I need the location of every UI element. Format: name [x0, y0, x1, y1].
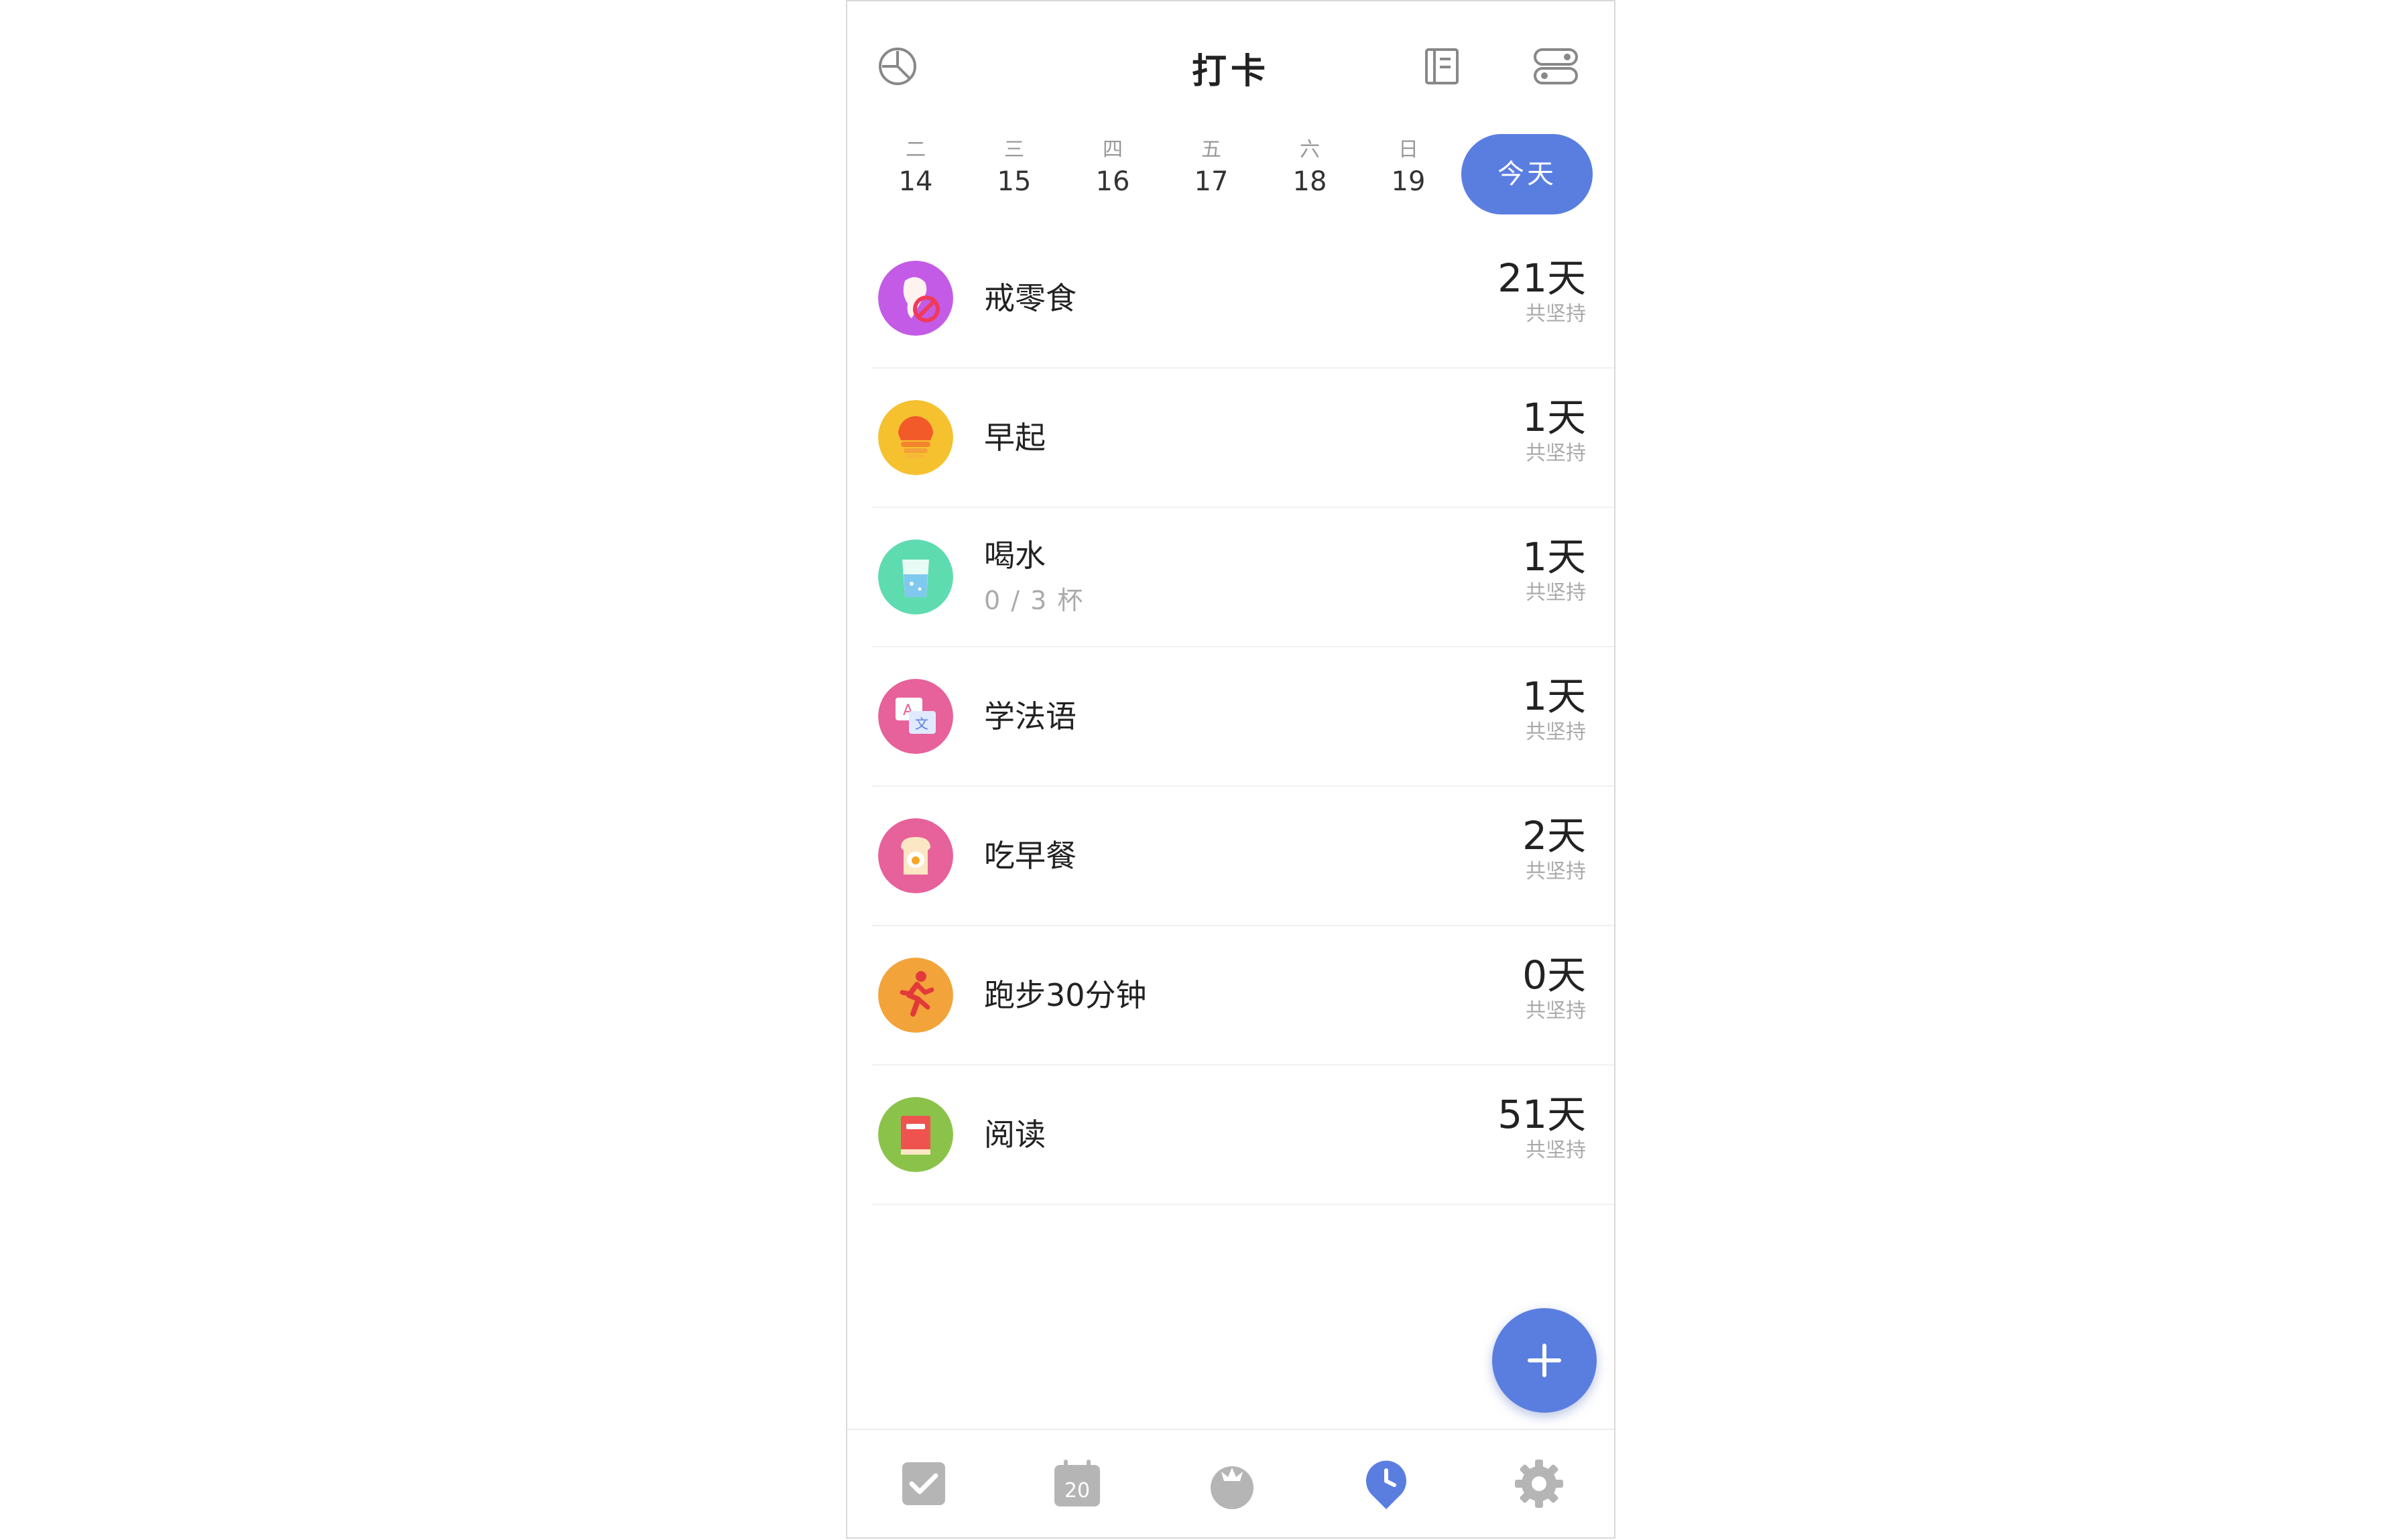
habit-name: 喝水: [984, 537, 1046, 574]
weekday-label: 二: [906, 138, 926, 162]
habit-days-label: 共坚持: [1526, 999, 1586, 1023]
notebook-icon[interactable]: [1421, 46, 1463, 87]
day-thu[interactable]: 四 16: [1073, 138, 1153, 198]
date-number: 17: [1194, 166, 1229, 197]
weekday-label: 五: [1201, 138, 1221, 162]
weekday-label: 四: [1103, 138, 1123, 162]
header: 打卡: [847, 1, 1614, 129]
habit-row-drink-water[interactable]: 喝水 0 / 3 杯 1天 共坚持: [871, 508, 1614, 647]
date-number: 18: [1292, 166, 1327, 197]
habit-name: 学法语: [984, 698, 1077, 734]
date-number: 15: [997, 166, 1032, 197]
calendar-icon: 20: [1054, 1460, 1100, 1506]
habit-days-label: 共坚持: [1526, 442, 1586, 465]
habit-name: 跑步30分钟: [984, 977, 1147, 1013]
habit-stats: 21天 共坚持: [1497, 254, 1586, 326]
sunrise-icon: [878, 400, 953, 475]
habit-stats: 0天 共坚持: [1522, 951, 1586, 1023]
habit-name: 早起: [984, 420, 1046, 456]
plus-icon: [1528, 1344, 1561, 1377]
running-icon: [878, 958, 953, 1033]
clock-pin-icon: [1366, 1460, 1406, 1509]
gear-icon: [1515, 1460, 1563, 1508]
habit-row-no-snack[interactable]: 戒零食 21天 共坚持: [871, 229, 1614, 369]
habit-stats: 51天 共坚持: [1497, 1090, 1586, 1163]
translate-icon: A文: [878, 679, 953, 754]
habit-name: 阅读: [984, 1116, 1046, 1153]
add-habit-button[interactable]: [1492, 1308, 1597, 1413]
habit-days: 21天: [1497, 255, 1586, 301]
habit-days-label: 共坚持: [1526, 860, 1586, 883]
book-icon: [878, 1097, 953, 1172]
habit-days-label: 共坚持: [1526, 581, 1586, 604]
tab-settings[interactable]: [1512, 1457, 1566, 1511]
tomato-icon: [1211, 1466, 1253, 1509]
tab-pomodoro[interactable]: [1205, 1457, 1259, 1511]
habit-days: 1天: [1522, 534, 1586, 580]
habit-days: 2天: [1522, 813, 1586, 858]
day-tue[interactable]: 二 14: [875, 138, 956, 198]
toggle-list-icon[interactable]: [1532, 46, 1579, 87]
habit-days-label: 共坚持: [1526, 302, 1586, 326]
habit-stats: 1天 共坚持: [1522, 672, 1586, 745]
day-sun[interactable]: 日 19: [1368, 138, 1449, 198]
calendar-date-text: 20: [1064, 1479, 1090, 1502]
day-fri[interactable]: 五 17: [1171, 138, 1251, 198]
tab-checkin[interactable]: [1359, 1457, 1413, 1511]
day-wed[interactable]: 三 15: [974, 138, 1054, 198]
habit-days: 1天: [1522, 395, 1586, 440]
page-title: 打卡: [1191, 52, 1270, 92]
weekday-label: 六: [1300, 138, 1320, 162]
tab-todo[interactable]: [897, 1457, 951, 1511]
habit-progress: 0 / 3 杯: [984, 586, 1085, 615]
habit-row-reading[interactable]: 阅读 51天 共坚持: [871, 1066, 1614, 1205]
date-number: 16: [1095, 166, 1130, 197]
today-button[interactable]: 今天: [1461, 134, 1593, 214]
habit-list: 戒零食 21天 共坚持 早起 1天 共坚持 喝水 0 / 3 杯 1天 共坚持 …: [847, 229, 1614, 1205]
weekday-label: 三: [1004, 138, 1024, 162]
habit-row-running[interactable]: 跑步30分钟 0天 共坚持: [871, 926, 1614, 1066]
habit-stats: 1天 共坚持: [1522, 393, 1586, 466]
day-sat[interactable]: 六 18: [1270, 138, 1350, 198]
habit-stats: 1天 共坚持: [1522, 533, 1586, 605]
weekday-label: 日: [1398, 138, 1418, 162]
habit-days: 51天: [1497, 1092, 1586, 1137]
toast-egg-icon: [878, 818, 953, 893]
habit-name: 戒零食: [984, 280, 1077, 316]
date-number: 19: [1391, 166, 1426, 197]
svg-text:文: 文: [915, 716, 928, 732]
no-snack-icon: [878, 261, 953, 336]
habit-name: 吃早餐: [984, 838, 1077, 874]
habit-row-breakfast[interactable]: 吃早餐 2天 共坚持: [871, 787, 1614, 926]
habit-days-label: 共坚持: [1526, 720, 1586, 744]
week-strip: 二 14 三 15 四 16 五 17 六 18 日 19 今天: [847, 129, 1614, 222]
habit-days-label: 共坚持: [1526, 1139, 1586, 1162]
phone-screen: 打卡 二 14 三 15 四 16 五 17 六 18 日 19 今天 戒零食 …: [846, 0, 1615, 1539]
checkbox-icon: [902, 1462, 945, 1505]
water-glass-icon: [878, 539, 953, 615]
habit-row-early-rise[interactable]: 早起 1天 共坚持: [871, 369, 1614, 508]
date-number: 14: [898, 166, 933, 197]
habit-days: 0天: [1522, 952, 1586, 998]
habit-stats: 2天 共坚持: [1522, 812, 1586, 884]
tab-calendar[interactable]: 20: [1050, 1457, 1104, 1511]
habit-row-learn-french[interactable]: A文 学法语 1天 共坚持: [871, 647, 1614, 787]
habit-days: 1天: [1522, 673, 1586, 719]
bottom-tab-bar: 20: [847, 1429, 1614, 1537]
